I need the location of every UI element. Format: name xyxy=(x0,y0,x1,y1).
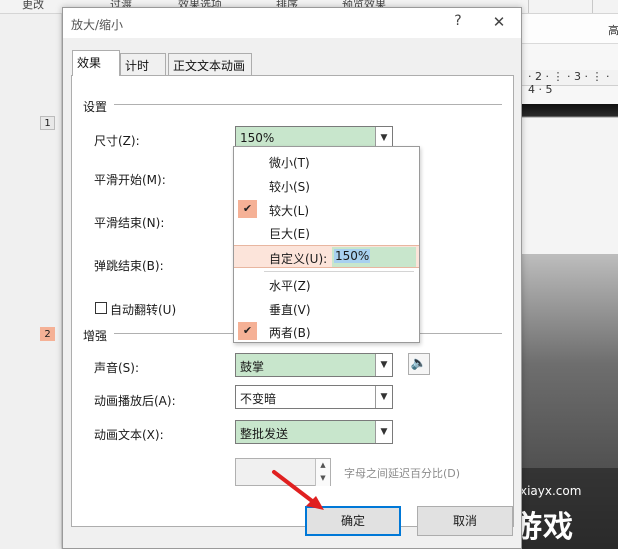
dropdown-item-larger[interactable]: ✔ 较大(L) xyxy=(234,198,419,221)
ribbon-item[interactable]: 更改 xyxy=(22,0,44,12)
divider xyxy=(114,104,502,105)
arrow-annotation-icon xyxy=(272,470,324,510)
smooth-end-label: 平滑结束(N): xyxy=(94,216,165,230)
after-animation-value: 不变暗 xyxy=(240,392,277,406)
settings-section-title: 设置 xyxy=(83,100,108,114)
dropdown-item-label: 两者(B) xyxy=(269,326,311,340)
dropdown-item-custom[interactable]: 自定义(U): 150% xyxy=(234,245,419,268)
sound-value: 鼓掌 xyxy=(240,360,265,374)
after-animation-combo[interactable]: 不变暗 ▼ xyxy=(235,385,393,409)
dropdown-item-label: 微小(T) xyxy=(269,156,310,170)
sound-combo[interactable]: 鼓掌 ▼ xyxy=(235,353,393,377)
dropdown-item-label: 自定义(U): xyxy=(269,252,328,266)
dropdown-item-tiny[interactable]: 微小(T) xyxy=(234,150,419,173)
enhance-section-title: 增强 xyxy=(83,329,108,343)
slide-thumbnail-pane xyxy=(0,14,62,549)
editor-header xyxy=(522,14,618,44)
dropdown-divider xyxy=(264,271,414,272)
watermark-site: xiayx.com xyxy=(520,484,582,498)
smooth-start-label: 平滑开始(M): xyxy=(94,173,166,187)
size-value: 150% xyxy=(240,131,275,145)
tab-timing[interactable]: 计时 xyxy=(120,53,166,75)
slide-number[interactable]: 2 xyxy=(40,327,55,341)
checkmark-icon: ✔ xyxy=(238,322,257,340)
dropdown-item-smaller[interactable]: 较小(S) xyxy=(234,174,419,197)
dropdown-item-label: 水平(Z) xyxy=(269,279,311,293)
auto-reverse-label[interactable]: 自动翻转(U) xyxy=(110,301,176,318)
tab-effect[interactable]: 效果 xyxy=(72,50,120,76)
slide-number[interactable]: 1 xyxy=(40,116,55,130)
dialog-title: 放大/缩小 xyxy=(71,18,124,32)
dropdown-item-label: 较小(S) xyxy=(269,180,310,194)
chevron-down-icon[interactable]: ▼ xyxy=(375,421,392,443)
tab-text-animation[interactable]: 正文文本动画 xyxy=(168,53,252,75)
animate-text-combo[interactable]: 整批发送 ▼ xyxy=(235,420,393,444)
custom-size-value: 150% xyxy=(334,249,371,263)
after-animation-label: 动画播放后(A): xyxy=(94,394,176,408)
size-label: 尺寸(Z): xyxy=(94,134,140,148)
bounce-end-label: 弹跳结束(B): xyxy=(94,259,164,273)
help-button[interactable]: ? xyxy=(449,13,467,31)
letter-delay-hint: 字母之间延迟百分比(D) xyxy=(344,467,461,480)
dropdown-item-label: 较大(L) xyxy=(269,204,310,218)
dropdown-item-horizontal[interactable]: 水平(Z) xyxy=(234,273,419,296)
horizontal-ruler: · 2 · ⋮ · 3 · ⋮ · 4 · 5 xyxy=(522,70,618,96)
dialog-titlebar[interactable]: 放大/缩小 ? ✕ xyxy=(63,8,521,38)
dropdown-item-label: 巨大(E) xyxy=(269,227,310,241)
auto-reverse-checkbox[interactable] xyxy=(95,302,107,314)
close-button[interactable]: ✕ xyxy=(489,13,509,31)
ribbon-label: 高 xyxy=(608,24,618,37)
custom-size-input[interactable]: 150% xyxy=(332,247,416,267)
chevron-down-icon[interactable]: ▼ xyxy=(375,386,392,408)
chevron-down-icon[interactable]: ▼ xyxy=(375,354,392,376)
animate-text-value: 整批发送 xyxy=(240,427,289,441)
cancel-button[interactable]: 取消 xyxy=(417,506,513,536)
dropdown-item-both[interactable]: ✔ 两者(B) xyxy=(234,320,419,343)
speaker-icon[interactable]: 🔈 xyxy=(408,353,430,375)
sound-label: 声音(S): xyxy=(94,361,140,375)
dropdown-item-huge[interactable]: 巨大(E) xyxy=(234,221,419,244)
dropdown-item-vertical[interactable]: 垂直(V) xyxy=(234,297,419,320)
checkmark-icon: ✔ xyxy=(238,200,257,218)
size-dropdown-list: 微小(T) 较小(S) ✔ 较大(L) 巨大(E) 自定义(U): 150% 水… xyxy=(233,146,420,343)
dropdown-item-label: 垂直(V) xyxy=(269,303,311,317)
animate-text-label: 动画文本(X): xyxy=(94,428,164,442)
